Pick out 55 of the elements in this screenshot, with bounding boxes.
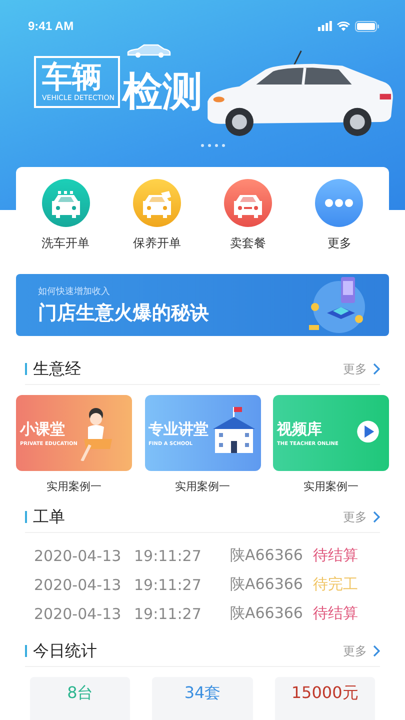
order-status: 待结算 xyxy=(313,604,359,623)
status-time: 9:41 AM xyxy=(28,19,74,33)
stat-value: 8台 xyxy=(67,683,94,704)
section-title: 生意经 xyxy=(33,358,82,380)
card-caption: 实用案例一 xyxy=(46,479,102,494)
more-link[interactable]: 更多 xyxy=(343,508,380,526)
card-title: 专业讲堂 xyxy=(148,420,208,438)
plate-number: 陕A66366 xyxy=(230,575,304,594)
carousel-dot[interactable] xyxy=(200,144,204,147)
battery-icon xyxy=(355,20,379,32)
action-label[interactable]: 更多 xyxy=(327,235,352,252)
action-label[interactable]: 卖套餐 xyxy=(230,235,266,252)
promo-headline: 门店生意火爆的秘诀 xyxy=(38,300,209,326)
card-title: 视频库 xyxy=(277,420,323,438)
order-status: 待完工 xyxy=(313,575,359,594)
carousel-dot[interactable] xyxy=(208,144,210,147)
card-caption: 实用案例一 xyxy=(175,479,230,494)
stat-value: 15000元 xyxy=(291,683,358,704)
order-status: 待结算 xyxy=(313,546,359,565)
order-time: 19:11:27 xyxy=(134,576,202,594)
order-date: 2020-04-13 xyxy=(34,576,122,594)
card-caption: 实用案例一 xyxy=(304,479,358,494)
carousel-dot[interactable] xyxy=(214,144,218,147)
section-marker xyxy=(25,645,27,657)
action-label[interactable]: 洗车开单 xyxy=(42,235,90,252)
more-link[interactable]: 更多 xyxy=(343,642,380,660)
order-time: 19:11:27 xyxy=(134,546,202,564)
logo-title: 检测 xyxy=(122,70,202,114)
car-icon xyxy=(224,179,272,227)
order-date: 2020-04-13 xyxy=(34,546,122,564)
car-outline-icon xyxy=(126,44,172,58)
carousel-dot[interactable] xyxy=(222,144,224,147)
wifi-icon xyxy=(337,21,350,31)
section-marker xyxy=(25,363,27,375)
chevron-right-icon xyxy=(373,645,380,657)
promo-banner[interactable]: 如何快速增加收入 门店生意火爆的秘诀 xyxy=(16,274,389,336)
order-time: 19:11:27 xyxy=(134,604,202,622)
chevron-right-icon xyxy=(373,511,380,523)
card-title: 小课堂 xyxy=(20,420,66,438)
order-date: 2020-04-13 xyxy=(34,604,122,622)
section-title: 工单 xyxy=(33,506,66,528)
logo-title: 车辆 xyxy=(42,62,102,94)
more-link[interactable]: 更多 xyxy=(343,360,380,378)
plate-number: 陕A66366 xyxy=(230,546,304,565)
car-icon xyxy=(42,179,90,227)
stat-value: 34套 xyxy=(184,683,221,704)
chevron-right-icon xyxy=(373,363,380,375)
plate-number: 陕A66366 xyxy=(230,604,304,623)
car-icon xyxy=(132,179,181,227)
section-marker xyxy=(25,511,27,523)
section-title: 今日统计 xyxy=(33,640,98,662)
signal-icon xyxy=(318,21,332,31)
more-icon xyxy=(315,179,364,227)
promo-kicker: 如何快速增加收入 xyxy=(38,286,111,298)
action-label[interactable]: 保养开单 xyxy=(132,235,181,252)
